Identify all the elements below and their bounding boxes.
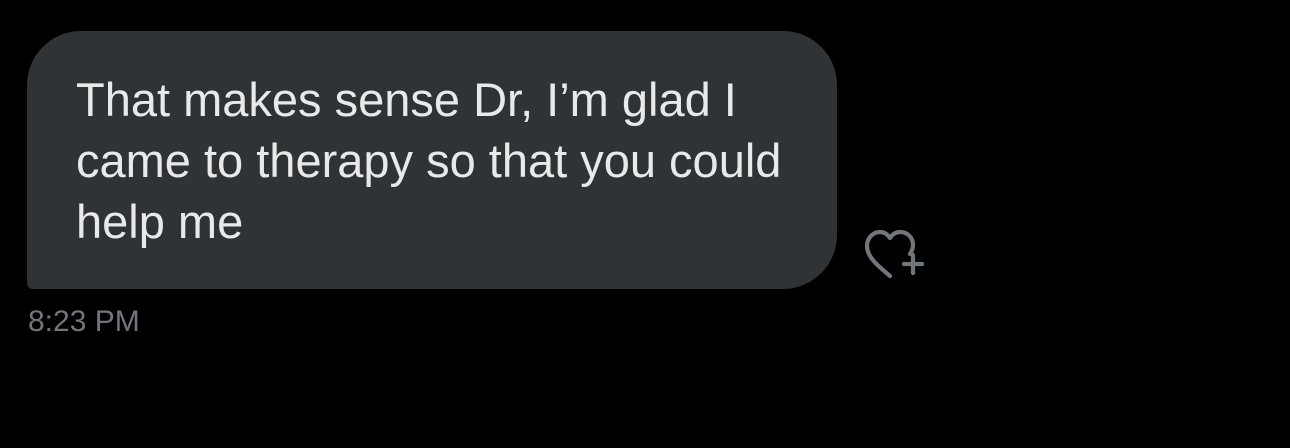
message-text: That makes sense Dr, I’m glad I came to … — [76, 73, 782, 248]
message-thread: That makes sense Dr, I’m glad I came to … — [0, 0, 1290, 448]
heart-plus-icon[interactable] — [858, 223, 934, 285]
message-timestamp: 8:23 PM — [28, 305, 140, 338]
message-bubble[interactable]: That makes sense Dr, I’m glad I came to … — [27, 31, 837, 289]
